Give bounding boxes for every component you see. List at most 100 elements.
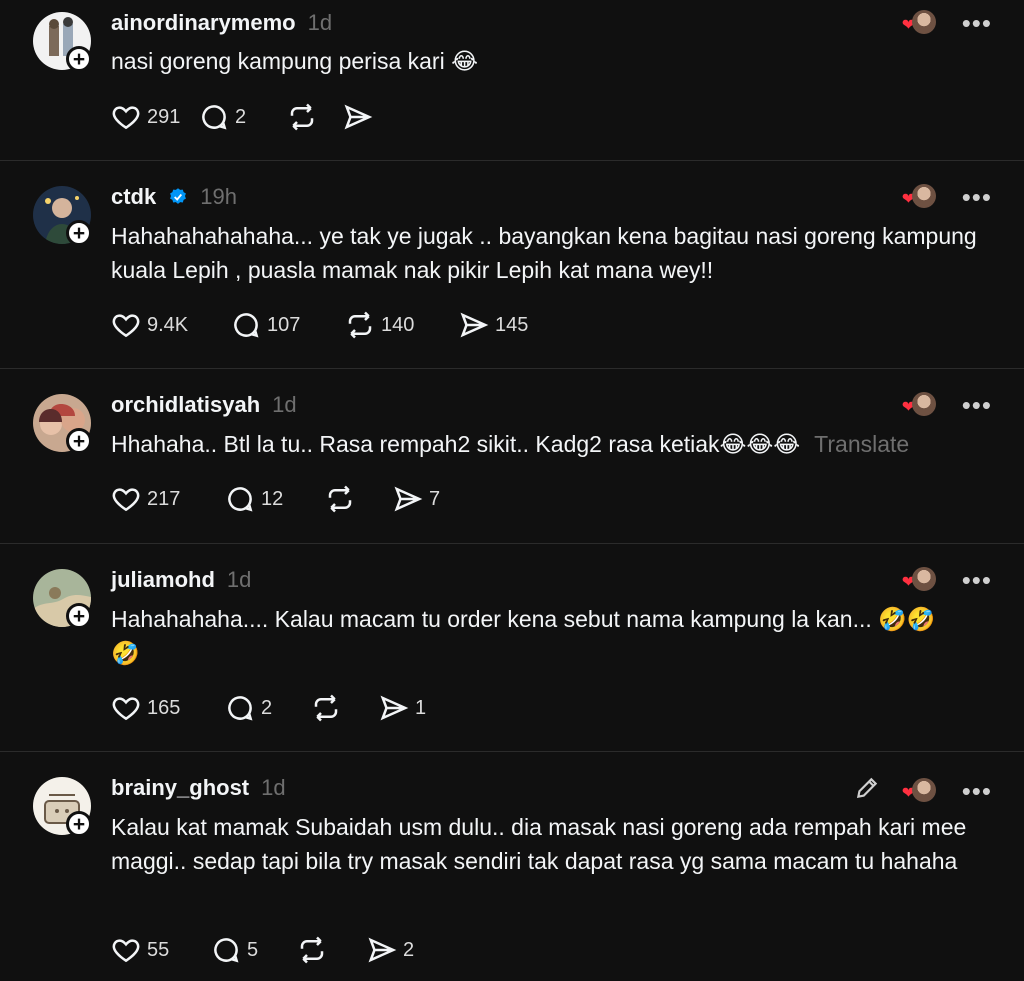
share-button[interactable]: 7 [393, 484, 440, 514]
send-icon [394, 486, 423, 512]
follow-plus-button[interactable]: + [66, 220, 92, 246]
follow-plus-button[interactable]: + [66, 811, 92, 837]
like-count: 291 [147, 105, 181, 128]
heart-icon [112, 488, 140, 512]
friend-avatar [911, 777, 936, 802]
follow-plus-button[interactable]: + [66, 46, 92, 72]
post-header: ctdk 19h [111, 184, 237, 210]
friend-avatar [911, 392, 936, 416]
username[interactable]: ctdk [111, 184, 156, 210]
comment-icon [228, 487, 253, 512]
more-icon[interactable]: ••• [962, 184, 992, 210]
post-text: Kalau kat mamak Subaidah usm dulu.. dia … [111, 814, 967, 874]
send-icon [344, 104, 373, 130]
repost-icon [290, 103, 314, 131]
share-button[interactable]: 1 [379, 693, 426, 723]
post-header: brainy_ghost 1d [111, 775, 286, 801]
heart-icon [112, 314, 140, 338]
post-card: + juliamohd 1d ❤ ••• Hahahahaha.... Kala… [0, 543, 1024, 752]
username[interactable]: ainordinarymemo [111, 10, 296, 36]
reply-button[interactable]: 2 [225, 693, 311, 723]
timestamp[interactable]: 1d [272, 392, 296, 418]
liked-by-avatar: ❤ [902, 10, 940, 36]
post-menu: ❤ ••• [902, 184, 992, 210]
pencil-icon[interactable] [854, 775, 880, 806]
action-bar: 291 2 [111, 102, 379, 132]
heart-icon [112, 106, 140, 130]
friend-avatar [911, 10, 936, 34]
post-header: orchidlatisyah 1d [111, 392, 297, 418]
like-button[interactable]: 55 [111, 935, 211, 965]
reply-button[interactable]: 2 [199, 102, 287, 132]
like-button[interactable]: 9.4K [111, 310, 231, 340]
timestamp[interactable]: 1d [308, 10, 332, 36]
more-icon[interactable]: ••• [962, 778, 992, 804]
send-icon [380, 695, 409, 721]
post-card: + orchidlatisyah 1d ❤ ••• Hhahaha.. Btl … [0, 368, 1024, 544]
send-icon [368, 937, 397, 963]
translate-link[interactable]: Translate [814, 431, 909, 457]
post-text: Hahahahahahaha... ye tak ye jugak .. bay… [111, 223, 977, 283]
follow-plus-button[interactable]: + [66, 428, 92, 454]
action-bar: 55 5 2 [111, 935, 414, 965]
repost-icon [348, 311, 372, 339]
liked-by-avatar: ❤ [902, 567, 940, 593]
like-count: 9.4K [147, 313, 189, 336]
repost-button[interactable] [325, 484, 393, 514]
liked-by-avatar: ❤ [902, 777, 940, 804]
heart-icon [112, 939, 140, 963]
timestamp[interactable]: 1d [261, 775, 285, 801]
repost-button[interactable] [297, 935, 367, 965]
like-button[interactable]: 165 [111, 693, 225, 723]
share-button[interactable]: 2 [367, 935, 414, 965]
post-header: ainordinarymemo 1d [111, 10, 332, 36]
repost-button[interactable] [287, 102, 343, 132]
share-count: 7 [429, 487, 441, 510]
like-count: 217 [147, 487, 181, 510]
reply-button[interactable]: 5 [211, 935, 297, 965]
comment-icon [202, 105, 227, 130]
liked-by-avatar: ❤ [902, 392, 940, 418]
heart-icon [112, 697, 140, 721]
more-icon[interactable]: ••• [962, 567, 992, 593]
friend-avatar [911, 567, 936, 591]
post-text: Hahahahaha.... Kalau macam tu order kena… [111, 606, 936, 666]
username[interactable]: juliamohd [111, 567, 215, 593]
username[interactable]: orchidlatisyah [111, 392, 260, 418]
repost-button[interactable] [311, 693, 379, 723]
username[interactable]: brainy_ghost [111, 775, 249, 801]
more-icon[interactable]: ••• [962, 10, 992, 36]
repost-icon [300, 936, 324, 964]
reply-count: 107 [267, 313, 301, 336]
post-card: + brainy_ghost 1d ❤ ••• Kalau kat mamak … [0, 751, 1024, 981]
like-button[interactable]: 291 [111, 102, 199, 132]
action-bar: 9.4K 107 140 145 [111, 310, 528, 340]
share-count: 1 [415, 696, 427, 719]
more-icon[interactable]: ••• [962, 392, 992, 418]
follow-plus-button[interactable]: + [66, 603, 92, 629]
verified-badge-icon [170, 188, 187, 204]
reply-button[interactable]: 107 [231, 310, 345, 340]
reply-count: 5 [247, 938, 259, 961]
reply-count: 2 [261, 696, 273, 719]
action-bar: 217 12 7 [111, 484, 440, 514]
post-card: + ainordinarymemo 1d ❤ ••• nasi goreng k… [0, 0, 1024, 161]
send-icon [460, 312, 489, 338]
share-button[interactable]: 145 [459, 310, 528, 340]
liked-by-avatar: ❤ [902, 184, 940, 210]
reply-button[interactable]: 12 [225, 484, 325, 514]
timestamp[interactable]: 1d [227, 567, 251, 593]
post-menu: ❤ ••• [854, 775, 992, 806]
friend-avatar [911, 184, 936, 208]
reply-count: 2 [235, 105, 247, 128]
share-count: 145 [495, 313, 529, 336]
like-button[interactable]: 217 [111, 484, 225, 514]
repost-icon [328, 485, 352, 513]
repost-button[interactable]: 140 [345, 310, 459, 340]
like-count: 55 [147, 938, 170, 961]
share-button[interactable] [343, 102, 379, 132]
share-count: 2 [403, 938, 415, 961]
reply-count: 12 [261, 487, 284, 510]
timestamp[interactable]: 19h [200, 184, 237, 210]
post-menu: ❤ ••• [902, 392, 992, 418]
